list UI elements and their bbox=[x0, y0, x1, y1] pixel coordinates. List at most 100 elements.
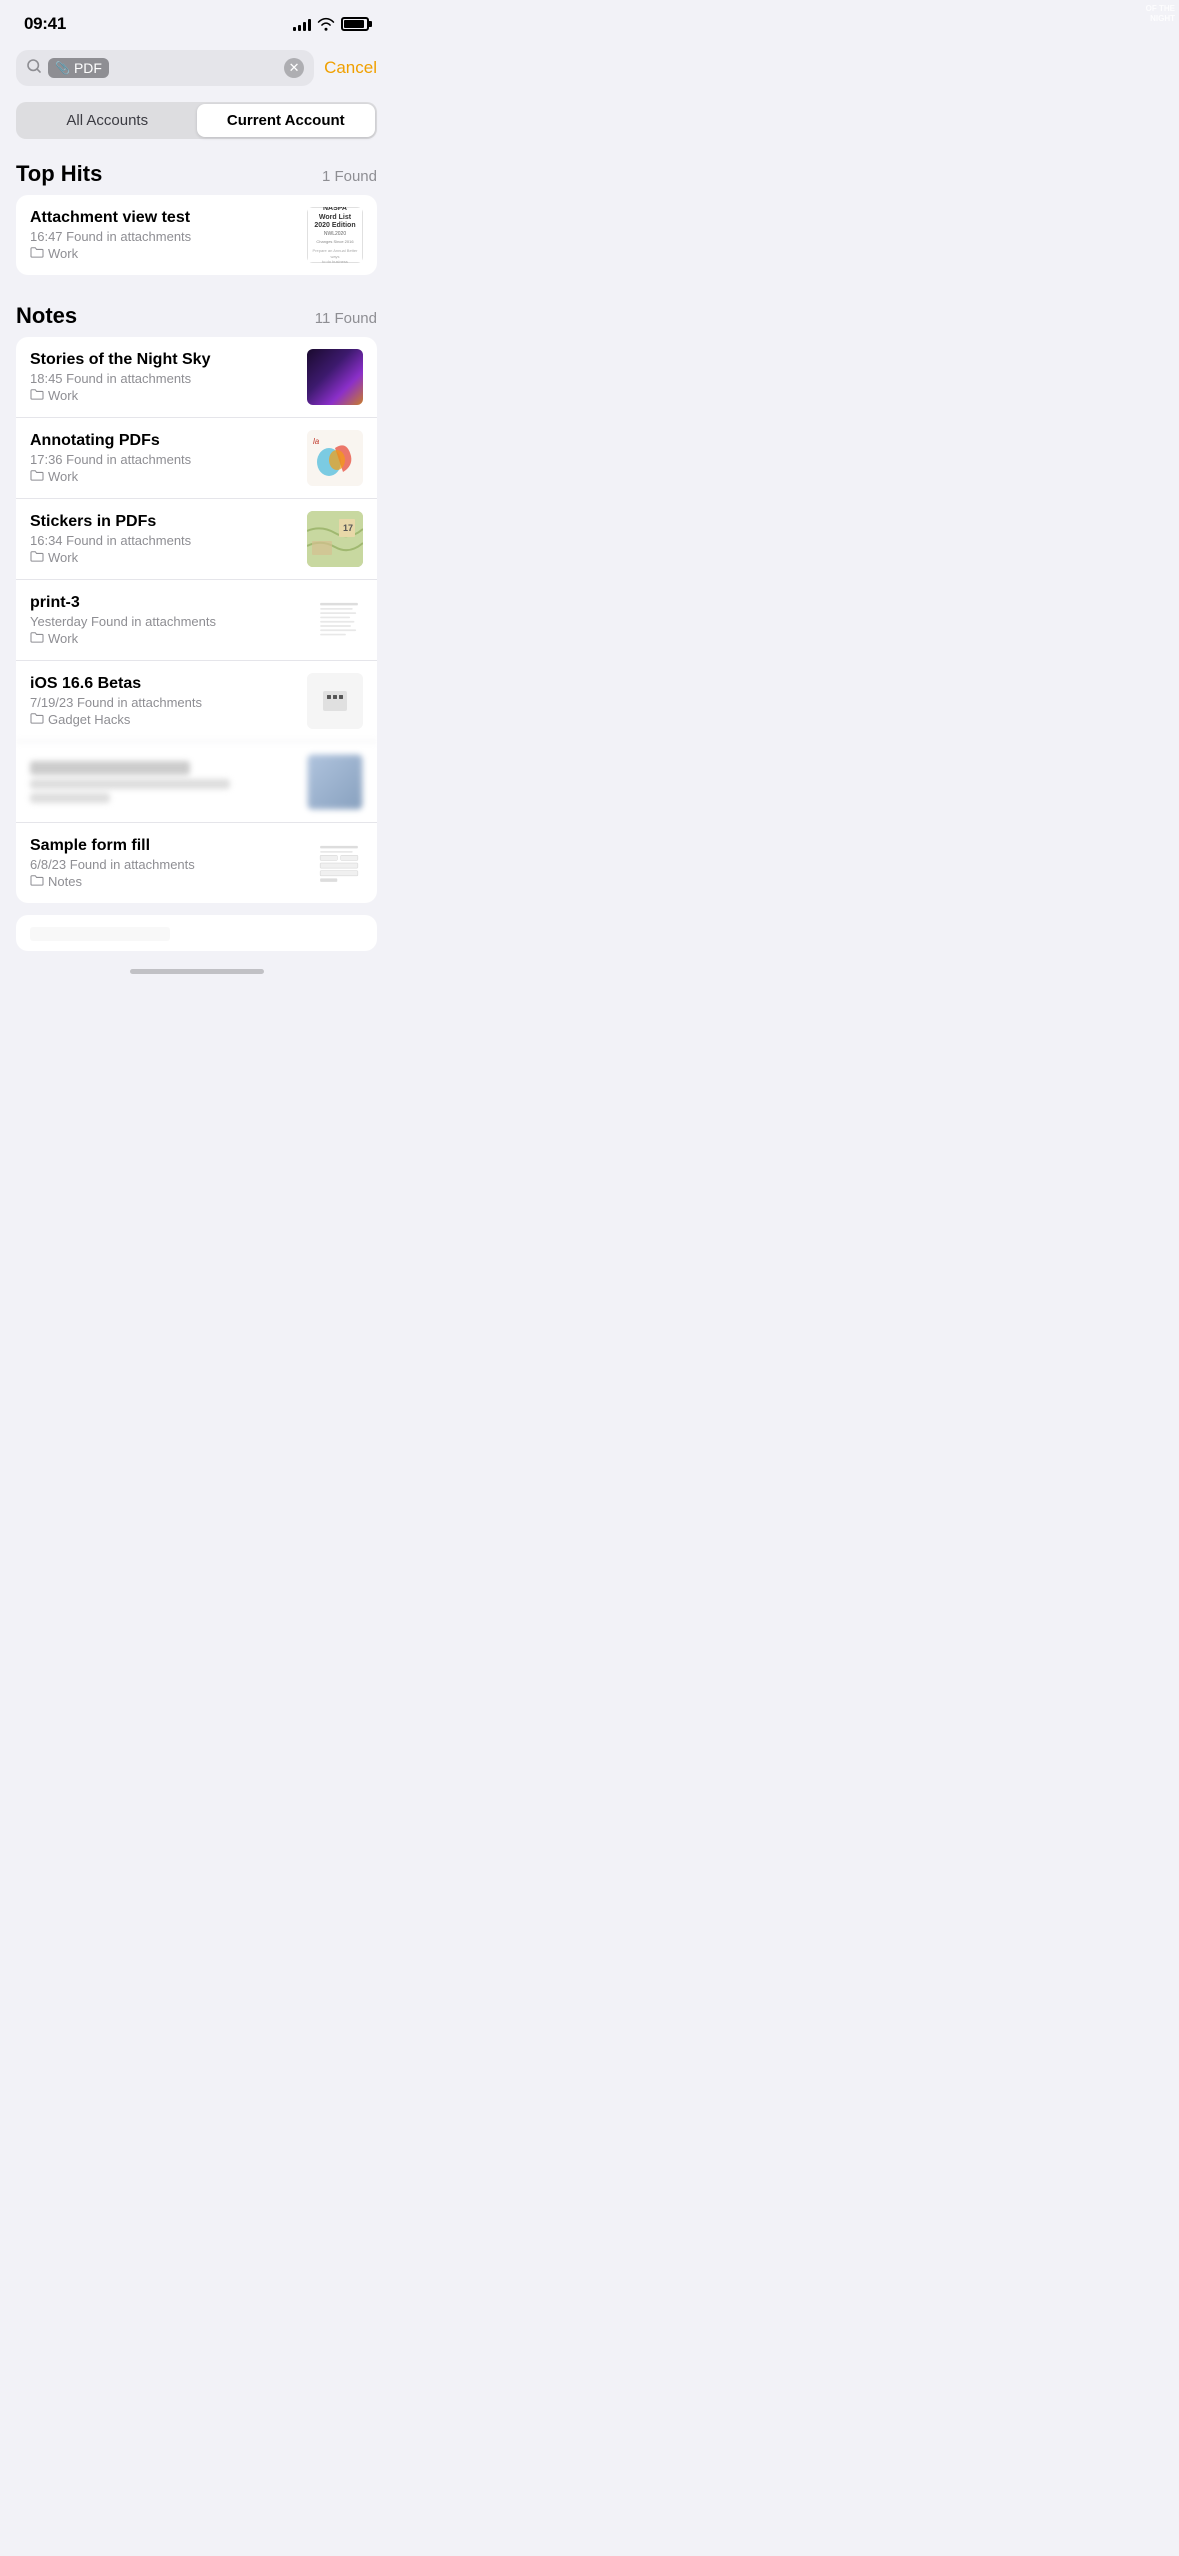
note-item-partial[interactable] bbox=[16, 915, 377, 951]
thumb-word-list: NASPAWord List2020 Edition NWL2020 Chang… bbox=[307, 207, 363, 263]
result-info-blurred bbox=[30, 761, 297, 803]
folder-icon bbox=[30, 712, 44, 727]
result-info: Attachment view test 16:47 Found in atta… bbox=[30, 209, 297, 261]
top-hits-list: Attachment view test 16:47 Found in atta… bbox=[16, 195, 377, 275]
note-item-4[interactable]: iOS 16.6 Betas 7/19/23 Found in attachme… bbox=[16, 660, 377, 741]
segment-all-accounts[interactable]: All Accounts bbox=[18, 104, 197, 137]
thumb-night-sky: OF THENIGHT bbox=[307, 349, 363, 405]
folder-icon bbox=[30, 631, 44, 646]
result-title: Attachment view test bbox=[30, 209, 297, 227]
search-tag-label: PDF bbox=[74, 60, 102, 76]
note-item-2[interactable]: Stickers in PDFs 16:34 Found in attachme… bbox=[16, 498, 377, 579]
status-icons bbox=[293, 17, 369, 31]
result-thumbnail bbox=[307, 592, 363, 648]
result-info: Sample form fill 6/8/23 Found in attachm… bbox=[30, 837, 297, 889]
result-meta: Yesterday Found in attachments bbox=[30, 614, 297, 629]
attachment-icon: 📎 bbox=[55, 61, 70, 75]
notes-list: Stories of the Night Sky 18:45 Found in … bbox=[16, 337, 377, 903]
folder-icon bbox=[30, 246, 44, 261]
result-folder: Work bbox=[30, 388, 297, 403]
result-thumbnail: NASPAWord List2020 Edition NWL2020 Chang… bbox=[307, 207, 363, 263]
top-hits-title: Top Hits bbox=[16, 161, 102, 187]
note-item-5-blurred[interactable] bbox=[16, 741, 377, 822]
thumb-pdf-colorful: la bbox=[307, 430, 363, 486]
wifi-icon bbox=[317, 17, 335, 31]
folder-label: Work bbox=[48, 631, 78, 646]
folder-label: Work bbox=[48, 550, 78, 565]
result-meta: 17:36 Found in attachments bbox=[30, 452, 297, 467]
status-bar: 09:41 bbox=[0, 0, 393, 42]
result-info: Stories of the Night Sky 18:45 Found in … bbox=[30, 351, 297, 403]
result-info: Annotating PDFs 17:36 Found in attachmen… bbox=[30, 432, 297, 484]
segment-control[interactable]: All Accounts Current Account bbox=[16, 102, 377, 139]
result-title: Sample form fill bbox=[30, 837, 297, 855]
result-thumbnail: la bbox=[307, 430, 363, 486]
result-title: iOS 16.6 Betas bbox=[30, 675, 297, 693]
home-indicator bbox=[0, 961, 393, 980]
svg-text:17: 17 bbox=[343, 523, 353, 533]
battery-icon bbox=[341, 17, 369, 31]
search-bar-container: 📎 PDF ✕ Cancel bbox=[0, 42, 393, 96]
search-clear-button[interactable]: ✕ bbox=[284, 58, 304, 78]
result-folder: Work bbox=[30, 550, 297, 565]
result-folder: Gadget Hacks bbox=[30, 712, 297, 727]
result-folder: Notes bbox=[30, 874, 297, 889]
notes-title: Notes bbox=[16, 303, 77, 329]
result-thumbnail: 17 bbox=[307, 511, 363, 567]
note-item-3[interactable]: print-3 Yesterday Found in attachments W… bbox=[16, 579, 377, 660]
note-item-6[interactable]: Sample form fill 6/8/23 Found in attachm… bbox=[16, 822, 377, 903]
result-info bbox=[30, 927, 363, 943]
result-title: Stories of the Night Sky bbox=[30, 351, 297, 369]
notes-header: Notes 11 Found bbox=[0, 293, 393, 337]
folder-label: Work bbox=[48, 469, 78, 484]
segment-current-account[interactable]: Current Account bbox=[197, 104, 376, 137]
result-folder: Work bbox=[30, 246, 297, 261]
result-thumbnail-blurred bbox=[307, 754, 363, 810]
status-time: 09:41 bbox=[24, 14, 66, 34]
thumb-print bbox=[307, 592, 363, 648]
result-meta: 16:34 Found in attachments bbox=[30, 533, 297, 548]
thumb-ios bbox=[307, 673, 363, 729]
notes-count: 11 Found bbox=[315, 310, 377, 327]
result-thumbnail bbox=[307, 835, 363, 891]
result-meta: 18:45 Found in attachments bbox=[30, 371, 297, 386]
result-meta: 7/19/23 Found in attachments bbox=[30, 695, 297, 710]
result-title: Stickers in PDFs bbox=[30, 513, 297, 531]
search-tag[interactable]: 📎 PDF bbox=[48, 58, 109, 78]
top-hit-item-0[interactable]: Attachment view test 16:47 Found in atta… bbox=[16, 195, 377, 275]
result-thumbnail: OF THENIGHT bbox=[307, 349, 363, 405]
top-hits-count: 1 Found bbox=[322, 168, 377, 185]
svg-text:la: la bbox=[313, 437, 320, 446]
note-item-0[interactable]: Stories of the Night Sky 18:45 Found in … bbox=[16, 337, 377, 417]
result-folder: Work bbox=[30, 469, 297, 484]
result-folder: Work bbox=[30, 631, 297, 646]
result-meta: 6/8/23 Found in attachments bbox=[30, 857, 297, 872]
top-hits-header: Top Hits 1 Found bbox=[0, 151, 393, 195]
signal-icon bbox=[293, 17, 311, 31]
folder-icon bbox=[30, 388, 44, 403]
note-item-1[interactable]: Annotating PDFs 17:36 Found in attachmen… bbox=[16, 417, 377, 498]
result-thumbnail bbox=[307, 673, 363, 729]
folder-icon bbox=[30, 874, 44, 889]
home-bar bbox=[130, 969, 264, 974]
result-title bbox=[30, 927, 170, 941]
result-info: Stickers in PDFs 16:34 Found in attachme… bbox=[30, 513, 297, 565]
folder-icon bbox=[30, 550, 44, 565]
result-title: Annotating PDFs bbox=[30, 432, 297, 450]
cancel-button[interactable]: Cancel bbox=[324, 58, 377, 78]
folder-label: Work bbox=[48, 246, 78, 261]
thumb-map: 17 bbox=[307, 511, 363, 567]
result-title: print-3 bbox=[30, 594, 297, 612]
folder-label: Work bbox=[48, 388, 78, 403]
result-info: print-3 Yesterday Found in attachments W… bbox=[30, 594, 297, 646]
result-folder-blurred bbox=[30, 793, 110, 803]
folder-label: Gadget Hacks bbox=[48, 712, 130, 727]
result-info: iOS 16.6 Betas 7/19/23 Found in attachme… bbox=[30, 675, 297, 727]
folder-label: Notes bbox=[48, 874, 82, 889]
search-bar[interactable]: 📎 PDF ✕ bbox=[16, 50, 314, 86]
search-icon bbox=[26, 58, 42, 78]
folder-icon bbox=[30, 469, 44, 484]
result-meta-blurred bbox=[30, 779, 230, 789]
thumb-form bbox=[307, 835, 363, 891]
result-title-blurred bbox=[30, 761, 190, 775]
